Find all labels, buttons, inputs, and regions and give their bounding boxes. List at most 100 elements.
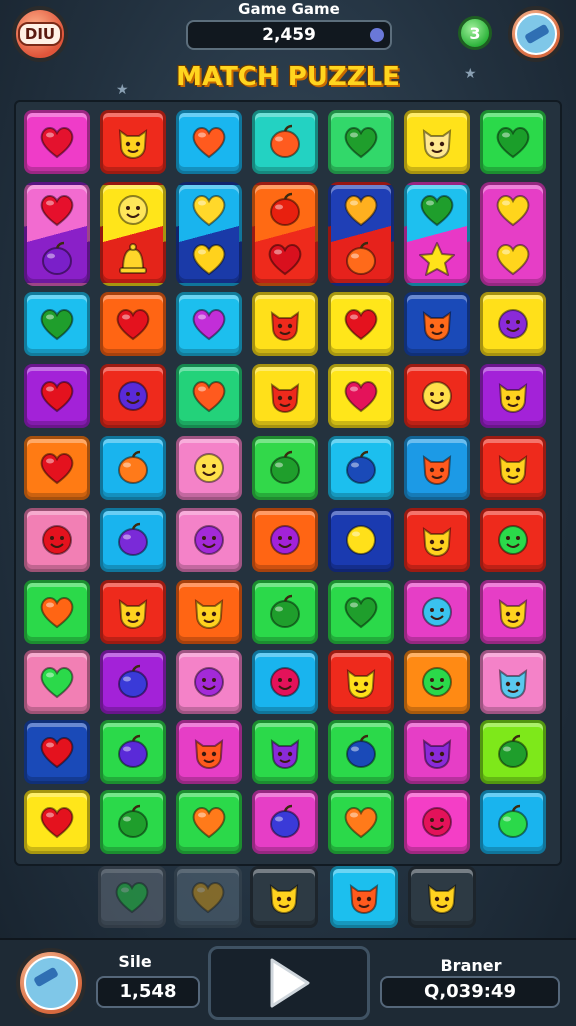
heart-icon bbox=[192, 381, 226, 413]
tile[interactable] bbox=[480, 580, 546, 644]
tile[interactable] bbox=[328, 790, 394, 854]
queue-tile[interactable] bbox=[250, 866, 318, 928]
tile[interactable] bbox=[480, 436, 546, 500]
heart-icon bbox=[40, 194, 74, 226]
tile[interactable] bbox=[252, 436, 318, 500]
tile[interactable] bbox=[24, 650, 90, 714]
tile[interactable] bbox=[480, 182, 546, 286]
tile[interactable] bbox=[176, 790, 242, 854]
tile[interactable] bbox=[24, 436, 90, 500]
tile[interactable] bbox=[252, 508, 318, 572]
cat-icon bbox=[422, 310, 452, 342]
play-button[interactable] bbox=[208, 946, 370, 1020]
tile[interactable] bbox=[24, 110, 90, 174]
profile-avatar-button[interactable] bbox=[508, 6, 564, 62]
heart-icon bbox=[344, 309, 378, 341]
tile[interactable] bbox=[24, 790, 90, 854]
cat-icon bbox=[270, 382, 300, 414]
tile[interactable] bbox=[176, 508, 242, 572]
tile[interactable] bbox=[252, 182, 318, 286]
tile[interactable] bbox=[24, 508, 90, 572]
queue-tile[interactable] bbox=[330, 866, 398, 928]
heart-icon bbox=[192, 309, 226, 341]
tile[interactable] bbox=[328, 436, 394, 500]
tile[interactable] bbox=[252, 790, 318, 854]
tile[interactable] bbox=[252, 364, 318, 428]
tile[interactable] bbox=[24, 720, 90, 784]
tile[interactable] bbox=[176, 650, 242, 714]
tile[interactable] bbox=[404, 580, 470, 644]
tile[interactable] bbox=[328, 364, 394, 428]
tile[interactable] bbox=[404, 720, 470, 784]
tile[interactable] bbox=[100, 720, 166, 784]
tile[interactable] bbox=[328, 720, 394, 784]
heart-icon bbox=[268, 243, 302, 275]
tile[interactable] bbox=[100, 110, 166, 174]
tile[interactable] bbox=[100, 580, 166, 644]
heart-icon bbox=[40, 667, 74, 699]
heart-icon bbox=[192, 243, 226, 275]
tile[interactable] bbox=[100, 364, 166, 428]
game-board bbox=[14, 100, 562, 866]
fruit-icon bbox=[346, 734, 376, 768]
tile[interactable] bbox=[176, 292, 242, 356]
heart-icon bbox=[496, 243, 530, 275]
tile[interactable] bbox=[252, 580, 318, 644]
tile[interactable] bbox=[252, 650, 318, 714]
face-icon bbox=[194, 667, 224, 697]
tile[interactable] bbox=[404, 292, 470, 356]
tile[interactable] bbox=[404, 508, 470, 572]
tile[interactable] bbox=[404, 650, 470, 714]
tile[interactable] bbox=[328, 292, 394, 356]
game-label: Game Game bbox=[238, 0, 340, 18]
heart-icon bbox=[40, 453, 74, 485]
tile[interactable] bbox=[176, 580, 242, 644]
tile[interactable] bbox=[100, 508, 166, 572]
tile[interactable] bbox=[24, 292, 90, 356]
tile[interactable] bbox=[404, 790, 470, 854]
tile[interactable] bbox=[100, 436, 166, 500]
tile[interactable] bbox=[328, 182, 394, 286]
coin-icon bbox=[370, 28, 384, 42]
queue-tile[interactable] bbox=[408, 866, 476, 928]
queue-tile[interactable] bbox=[174, 866, 242, 928]
cat-icon bbox=[349, 883, 379, 915]
tile[interactable] bbox=[328, 650, 394, 714]
tile[interactable] bbox=[100, 650, 166, 714]
tile[interactable] bbox=[24, 580, 90, 644]
tile[interactable] bbox=[24, 364, 90, 428]
tile[interactable] bbox=[480, 364, 546, 428]
tile[interactable] bbox=[480, 720, 546, 784]
tile-queue bbox=[0, 860, 576, 936]
tile[interactable] bbox=[480, 508, 546, 572]
tile[interactable] bbox=[404, 364, 470, 428]
menu-button[interactable]: DIU bbox=[12, 6, 68, 62]
tile[interactable] bbox=[480, 650, 546, 714]
tile[interactable] bbox=[404, 110, 470, 174]
tile[interactable] bbox=[252, 110, 318, 174]
tile[interactable] bbox=[328, 580, 394, 644]
tile[interactable] bbox=[100, 790, 166, 854]
tile[interactable] bbox=[176, 436, 242, 500]
tile[interactable] bbox=[100, 292, 166, 356]
tile[interactable] bbox=[176, 182, 242, 286]
tile[interactable] bbox=[252, 292, 318, 356]
tile[interactable] bbox=[176, 364, 242, 428]
tile[interactable] bbox=[480, 790, 546, 854]
cat-icon bbox=[498, 454, 528, 486]
tile[interactable] bbox=[404, 436, 470, 500]
tile[interactable] bbox=[176, 110, 242, 174]
queue-tile[interactable] bbox=[98, 866, 166, 928]
tile[interactable] bbox=[480, 110, 546, 174]
player-avatar-button[interactable] bbox=[16, 948, 86, 1018]
tile[interactable] bbox=[328, 110, 394, 174]
tile[interactable] bbox=[252, 720, 318, 784]
tile[interactable] bbox=[24, 182, 90, 286]
tile[interactable] bbox=[100, 182, 166, 286]
tile[interactable] bbox=[404, 182, 470, 286]
tile[interactable] bbox=[480, 292, 546, 356]
level-badge-button[interactable]: 3 bbox=[458, 16, 492, 50]
tile[interactable] bbox=[328, 508, 394, 572]
fruit-icon bbox=[42, 241, 72, 275]
tile[interactable] bbox=[176, 720, 242, 784]
